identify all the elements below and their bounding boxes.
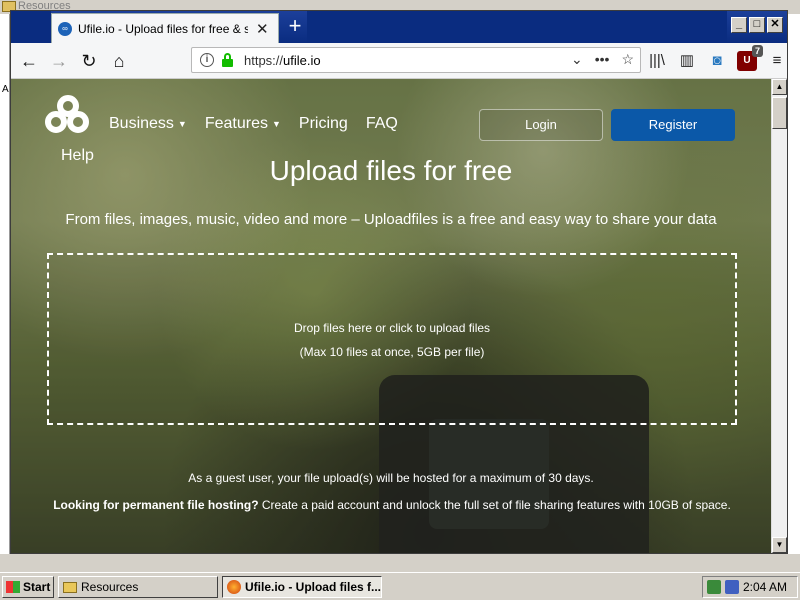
page-scrollbar[interactable]: ▲ ▼ <box>771 79 787 553</box>
scroll-thumb[interactable] <box>772 97 787 129</box>
tab-bar: ∞ Ufile.io - Upload files for free & sh … <box>11 11 787 43</box>
network-icon[interactable] <box>707 580 721 594</box>
tab-ufile[interactable]: ∞ Ufile.io - Upload files for free & sh … <box>51 13 279 43</box>
url-dropdown-icon[interactable]: ⌄ <box>571 51 583 68</box>
hero-subtitle: From files, images, music, video and mor… <box>65 211 717 228</box>
tab-close-icon[interactable]: ✕ <box>256 20 269 38</box>
nav-features-label: Features <box>204 115 268 132</box>
url-scheme: https:// <box>244 53 284 68</box>
home-button[interactable]: ⌂ <box>107 49 131 73</box>
address-bar[interactable]: i https://ufile.io ⌄ ••• ☆ <box>191 47 641 73</box>
close-window-button[interactable]: ✕ <box>767 17 783 33</box>
ublock-label: U <box>743 55 751 66</box>
chevron-down-icon: ▼ <box>177 119 187 129</box>
window-controls: _ □ ✕ <box>731 17 783 33</box>
folder-icon <box>63 581 77 593</box>
dropzone-limits: (Max 10 files at once, 5GB per file) <box>299 345 485 359</box>
background-window-right-edge <box>786 14 800 554</box>
clock[interactable]: 2:04 AM <box>743 580 787 594</box>
nav-faq[interactable]: FAQ <box>366 115 398 133</box>
background-edge-text: A <box>2 84 9 95</box>
permanent-hosting-text: Create a paid account and unlock the ful… <box>258 498 731 512</box>
ublock-badge: 7 <box>751 45 763 57</box>
minimize-button[interactable]: _ <box>731 17 747 33</box>
nav-faq-label: FAQ <box>365 115 398 132</box>
reload-button[interactable]: ↻ <box>77 49 101 73</box>
login-button[interactable]: Login <box>479 109 603 141</box>
ufile-logo-icon[interactable] <box>45 95 91 141</box>
nav-business[interactable]: Business ▼ <box>109 115 187 133</box>
screenshot-icon[interactable]: ◙ <box>707 51 727 71</box>
background-window-edge: A <box>0 14 10 554</box>
page-actions-icon[interactable]: ••• <box>595 51 610 68</box>
library-icon[interactable]: |||\ <box>647 51 667 71</box>
scroll-down-icon[interactable]: ▼ <box>772 537 787 553</box>
guest-note: As a guest user, your file upload(s) wil… <box>188 471 594 485</box>
task-resources[interactable]: Resources <box>58 576 218 598</box>
forward-button[interactable]: → <box>47 49 71 73</box>
ufile-favicon-icon: ∞ <box>58 21 72 36</box>
main-nav: Business ▼ Features ▼ Pricing FAQ <box>109 115 398 133</box>
bookmark-star-icon[interactable]: ☆ <box>621 51 634 68</box>
task-ufile[interactable]: Ufile.io - Upload files f... <box>222 576 382 598</box>
task-ufile-label: Ufile.io - Upload files f... <box>244 580 381 594</box>
start-button[interactable]: Start <box>2 576 54 598</box>
maximize-button[interactable]: □ <box>749 17 765 33</box>
info-icon[interactable]: i <box>200 53 214 67</box>
back-button[interactable]: ← <box>17 49 41 73</box>
url-host: ufile.io <box>283 53 321 68</box>
tray-app-icon[interactable] <box>725 580 739 594</box>
taskbar: Start Resources Ufile.io - Upload files … <box>0 572 800 600</box>
windows-logo-icon <box>6 581 20 593</box>
permanent-hosting-note: Looking for permanent file hosting? Crea… <box>47 493 737 517</box>
browser-window: ∞ Ufile.io - Upload files for free & sh … <box>10 10 788 554</box>
hero-title: Upload files for free <box>269 155 513 186</box>
ublock-icon[interactable]: U 7 <box>737 45 763 71</box>
sidebar-icon[interactable]: ▥ <box>677 51 697 71</box>
chevron-down-icon: ▼ <box>271 119 281 129</box>
nav-business-label: Business <box>109 115 174 132</box>
dropzone-instruction: Drop files here or click to upload files <box>293 321 491 335</box>
page-content: Help Business ▼ Features ▼ Pricing FAQ Log… <box>11 79 771 553</box>
toolbar-icons: |||\ ▥ ◙ U 7 ≡ <box>647 45 787 71</box>
navigation-toolbar: ← → ↻ ⌂ i https://ufile.io ⌄ ••• ☆ |||\ … <box>11 43 787 79</box>
nav-pricing-label: Pricing <box>298 115 348 132</box>
scroll-up-icon[interactable]: ▲ <box>772 79 787 95</box>
task-resources-label: Resources <box>81 580 139 594</box>
new-tab-button[interactable]: + <box>283 15 307 39</box>
system-tray: 2:04 AM <box>702 576 798 598</box>
upload-dropzone[interactable]: Drop files here or click to upload files… <box>47 253 737 425</box>
permanent-hosting-bold: Looking for permanent file hosting? <box>53 498 259 512</box>
start-label: Start <box>23 580 51 594</box>
lock-icon <box>222 53 233 67</box>
firefox-icon <box>227 580 241 594</box>
nav-features[interactable]: Features ▼ <box>205 115 281 133</box>
url-text[interactable]: https://ufile.io <box>244 53 321 68</box>
menu-icon[interactable]: ≡ <box>767 51 787 71</box>
nav-pricing[interactable]: Pricing <box>299 115 348 133</box>
tab-title: Ufile.io - Upload files for free & sh <box>78 21 248 36</box>
register-button[interactable]: Register <box>611 109 735 141</box>
